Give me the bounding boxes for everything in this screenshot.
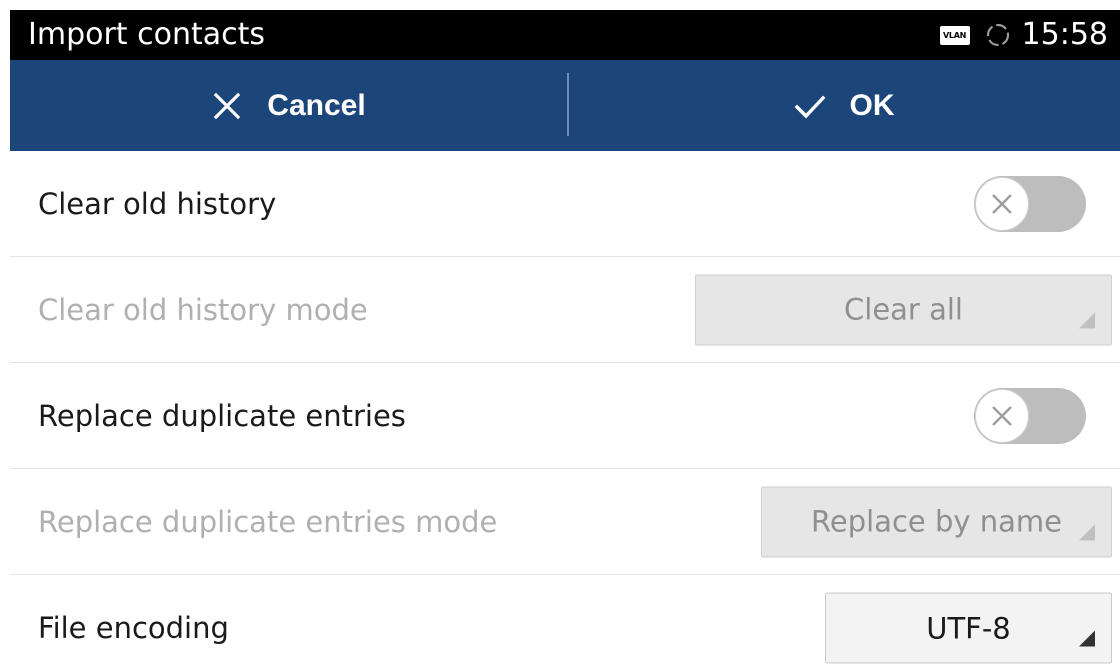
replace-duplicate-entries-mode-label: Replace duplicate entries mode bbox=[38, 504, 498, 539]
action-bar: Cancel OK bbox=[10, 60, 1120, 151]
ok-label: OK bbox=[849, 88, 895, 122]
toggle-knob bbox=[975, 388, 1029, 443]
dropdown-caret-icon bbox=[1079, 630, 1095, 647]
cancel-label: Cancel bbox=[267, 88, 366, 122]
checkmark-icon bbox=[794, 95, 825, 118]
toggle-off-icon bbox=[992, 193, 1012, 214]
close-icon bbox=[214, 92, 241, 119]
status-bar: Import contacts VLAN 15:58 bbox=[10, 10, 1120, 60]
replace-duplicate-entries-mode-dropdown[interactable]: Replace by name bbox=[761, 486, 1112, 557]
status-clock: 15:58 bbox=[1021, 17, 1108, 52]
setting-row-replace-duplicate-entries: Replace duplicate entries bbox=[10, 363, 1120, 469]
clear-old-history-mode-dropdown[interactable]: Clear all bbox=[695, 274, 1112, 345]
setting-row-file-encoding: File encoding UTF-8 bbox=[10, 575, 1120, 671]
status-icons: VLAN 15:58 bbox=[939, 16, 1108, 54]
sync-icon bbox=[986, 23, 1009, 47]
replace-duplicate-entries-toggle[interactable] bbox=[974, 387, 1086, 444]
replace-duplicate-entries-label: Replace duplicate entries bbox=[38, 398, 406, 433]
clear-old-history-mode-label: Clear old history mode bbox=[38, 292, 368, 327]
setting-row-replace-duplicate-entries-mode: Replace duplicate entries mode Replace b… bbox=[10, 469, 1120, 575]
dropdown-value: UTF-8 bbox=[926, 611, 1011, 645]
setting-row-clear-old-history-mode: Clear old history mode Clear all bbox=[10, 257, 1120, 363]
ok-button[interactable]: OK bbox=[568, 60, 1120, 151]
toggle-off-icon bbox=[992, 405, 1012, 426]
file-encoding-dropdown[interactable]: UTF-8 bbox=[825, 592, 1112, 664]
clear-old-history-toggle[interactable] bbox=[974, 175, 1086, 232]
import-contacts-screen: Import contacts VLAN 15:58 Cancel OK Cle… bbox=[0, 0, 1120, 671]
vlan-icon: VLAN bbox=[939, 25, 970, 45]
window-title: Import contacts bbox=[28, 17, 265, 52]
setting-row-clear-old-history: Clear old history bbox=[10, 151, 1120, 257]
toggle-knob bbox=[975, 176, 1029, 231]
clear-old-history-label: Clear old history bbox=[38, 186, 277, 221]
dropdown-value: Clear all bbox=[844, 292, 963, 327]
cancel-button[interactable]: Cancel bbox=[10, 60, 567, 151]
screen-edge bbox=[0, 0, 10, 671]
dropdown-caret-icon bbox=[1079, 524, 1095, 540]
dropdown-value: Replace by name bbox=[811, 504, 1062, 539]
file-encoding-label: File encoding bbox=[38, 611, 229, 645]
dropdown-caret-icon bbox=[1079, 312, 1095, 328]
